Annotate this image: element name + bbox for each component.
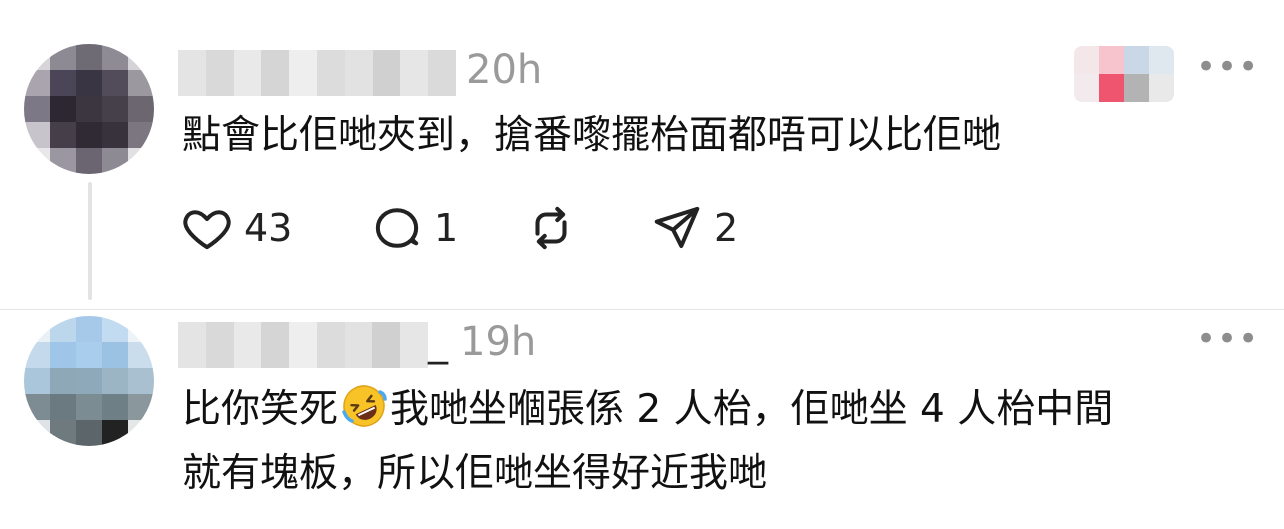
username-suffix: _ xyxy=(428,319,448,365)
avatar[interactable] xyxy=(24,44,154,174)
thread-connector-line xyxy=(88,182,92,300)
comment-divider xyxy=(0,309,1284,310)
reply-button[interactable]: 1 xyxy=(370,198,458,258)
comment-icon xyxy=(375,208,419,248)
comment-text-part1: 比你笑死 xyxy=(182,387,339,432)
comment-timestamp: 19h xyxy=(460,319,537,365)
like-button[interactable]: 43 xyxy=(180,198,292,258)
rolling-on-floor-laughing-emoji-icon xyxy=(342,385,387,427)
share-count: 2 xyxy=(714,206,739,250)
share-button[interactable]: 2 xyxy=(650,198,738,258)
comment-timestamp: 20h xyxy=(466,47,543,93)
share-icon xyxy=(654,206,700,249)
username-redacted[interactable] xyxy=(178,50,456,96)
more-options-icon[interactable]: ••• xyxy=(1196,322,1259,356)
avatar[interactable] xyxy=(24,316,154,446)
more-options-icon[interactable]: ••• xyxy=(1196,50,1259,84)
reply-count: 1 xyxy=(434,206,459,250)
heart-icon xyxy=(183,210,231,250)
username-redacted[interactable] xyxy=(178,322,428,368)
comment-text-part2: 我哋坐嗰張係 2 人枱，佢哋坐 4 人枱中間 xyxy=(390,387,1114,432)
repost-icon xyxy=(535,206,567,250)
like-count: 43 xyxy=(244,206,293,250)
media-thumbnail[interactable] xyxy=(1074,46,1174,102)
comment-text: 比你笑死 我哋坐嗰張係 2 人枱，佢哋坐 4 人枱中間 xyxy=(182,378,1113,442)
repost-button[interactable] xyxy=(524,198,578,258)
comment-text-line2: 就有塊板，所以佢哋坐得好近我哋 xyxy=(182,451,768,496)
comment-text: 點會比佢哋夾到，搶番嚟擺枱面都唔可以比佢哋 xyxy=(182,113,1002,158)
